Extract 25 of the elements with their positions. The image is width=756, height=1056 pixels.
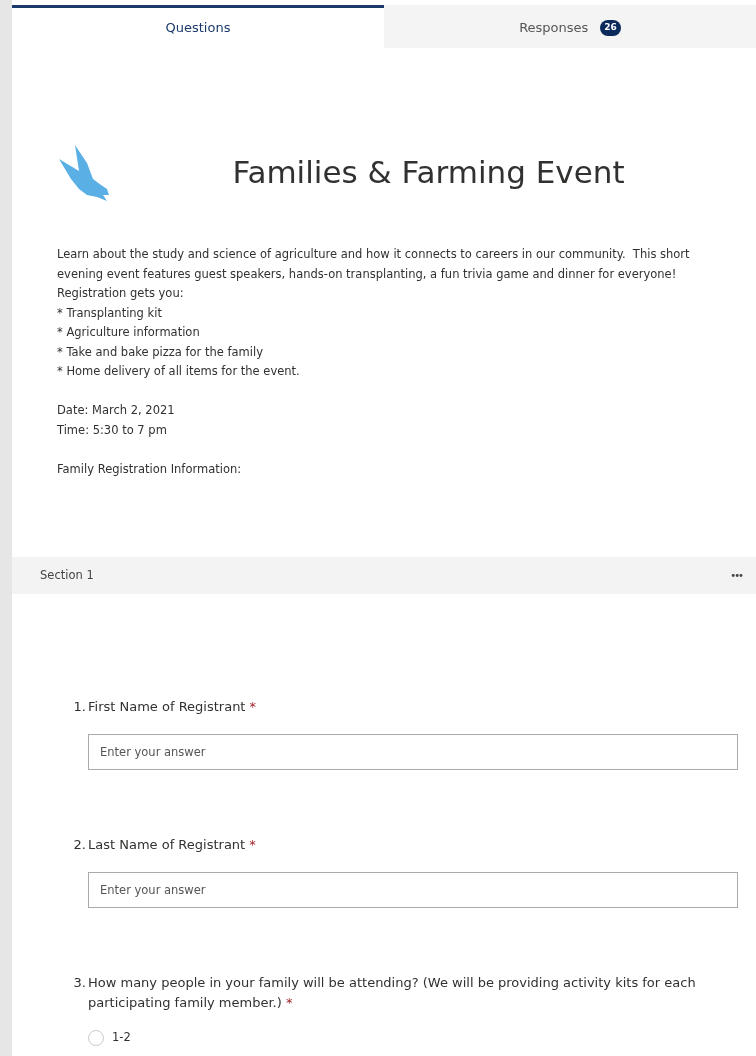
radio-option[interactable]: 1-2	[88, 1029, 131, 1047]
description-text: * Transplanting kit	[57, 304, 162, 322]
description-text: evening event features guest speakers, hands-on transplanting, a fun trivia game and dinner for everyone!	[57, 265, 677, 283]
description-text: Registration gets you:	[57, 285, 184, 302]
question-number: 1.	[72, 698, 87, 716]
description-text: Date: March 2, 2021	[57, 402, 175, 419]
question-number: 2.	[72, 836, 87, 854]
description-text: Time: 5:30 to 7 pm	[57, 421, 167, 439]
form-title: Families & Farming Event	[231, 153, 626, 193]
question-text: Last Name of Registrant *	[88, 836, 257, 854]
tab[interactable]: Responses 26	[384, 5, 756, 48]
description-text: * Take and bake pizza for the family	[57, 343, 263, 361]
bird-icon	[57, 144, 111, 201]
description-text: * Home delivery of all items for the event.	[57, 363, 300, 380]
description-text: Learn about the study and science of agriculture and how it connects to careers in our community. This short	[57, 246, 690, 263]
description-text: * Agriculture information	[57, 324, 200, 341]
more-button[interactable]: •••	[730, 568, 742, 583]
question-text: How many people in your family will be attending? (We will be providing activity kits for each participating family member.) *	[88, 974, 697, 1012]
count-badge: 26	[600, 20, 621, 36]
answer-field[interactable]: Enter your answer	[88, 872, 738, 908]
answer-field[interactable]: Enter your answer	[88, 734, 738, 770]
description-text: Family Registration Information:	[57, 460, 242, 478]
section-title: Section 1	[40, 566, 94, 584]
question-number: 3.	[72, 974, 87, 992]
question-text: First Name of Registrant *	[88, 698, 258, 716]
